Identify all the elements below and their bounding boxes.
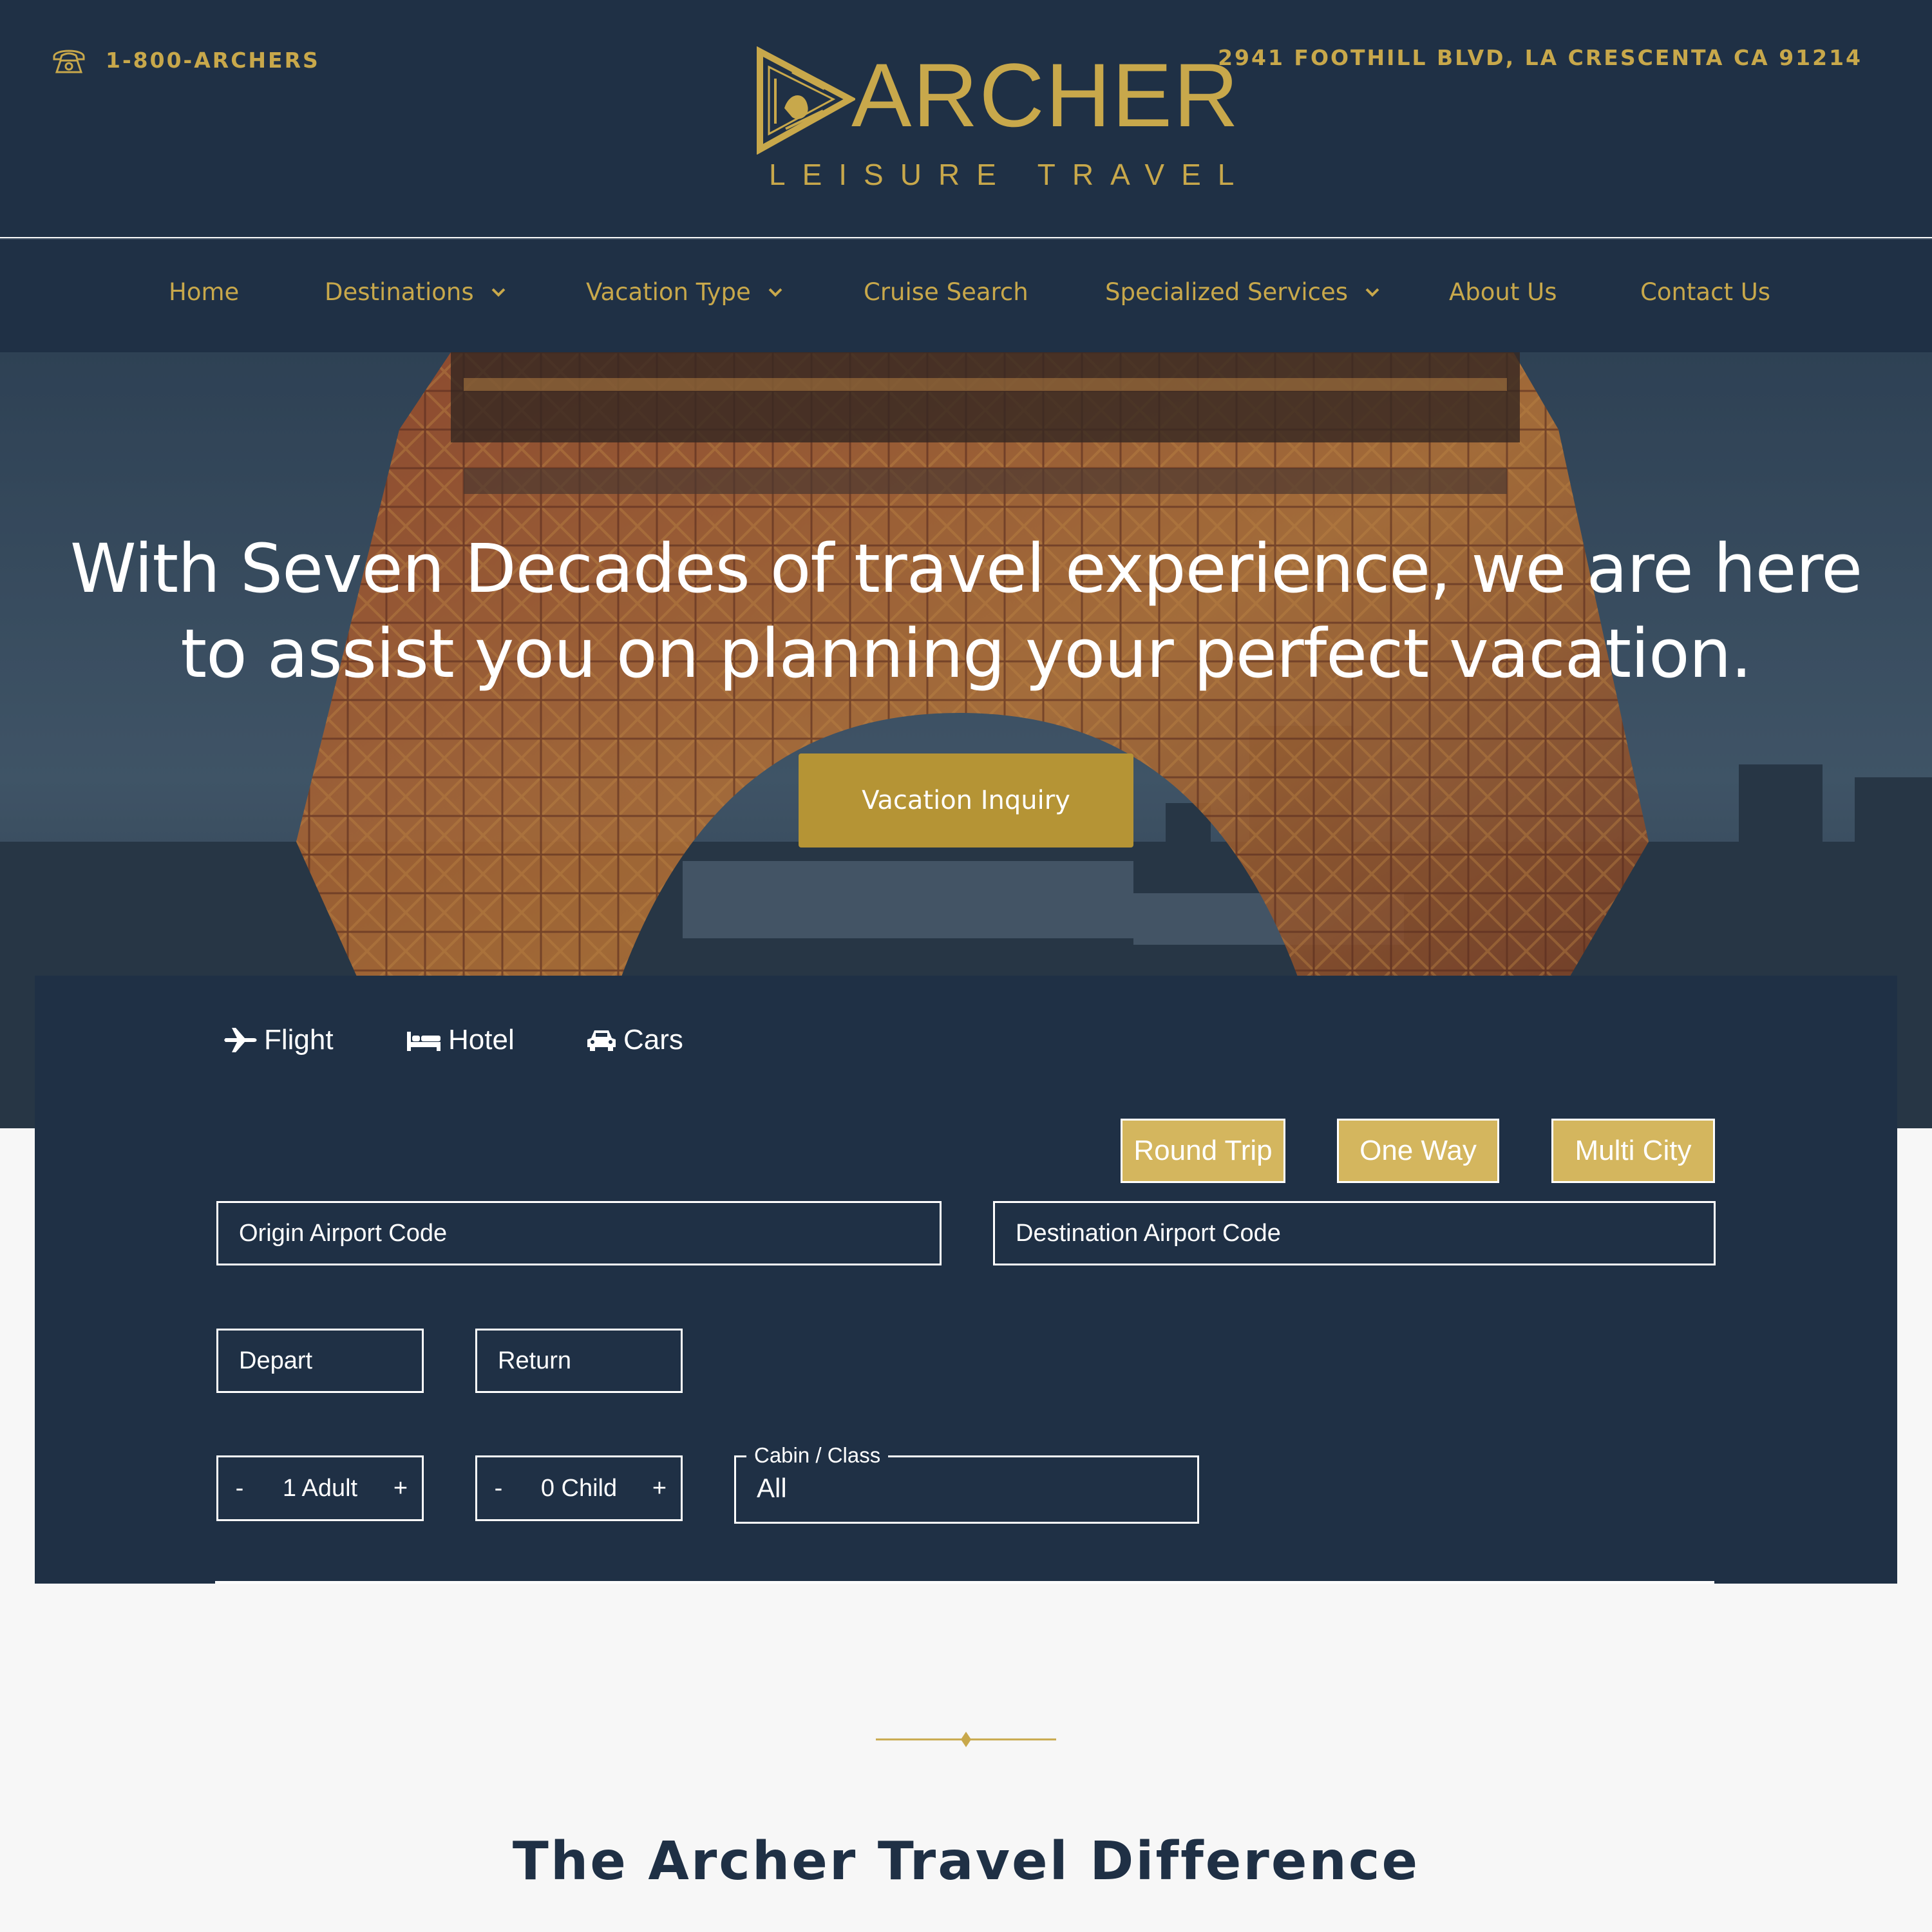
one-way-button[interactable]: One Way [1337, 1119, 1499, 1183]
nav-item-label: About Us [1449, 278, 1557, 306]
destination-airport-input[interactable] [993, 1201, 1716, 1265]
child-count-stepper: - 0 Child + [475, 1455, 683, 1521]
top-header: 1-800-ARCHERS ARCHER LEISURE TRAVEL 2941… [0, 0, 1932, 237]
widget-bottom-divider [215, 1581, 1714, 1584]
nav-item-cruise-search[interactable]: Cruise Search [864, 278, 1028, 306]
bed-icon [407, 1032, 440, 1051]
depart-date-input[interactable] [216, 1329, 424, 1393]
logo-tagline: LEISURE TRAVEL [769, 158, 1251, 191]
phone-icon [53, 50, 85, 73]
nav-item-about-us[interactable]: About Us [1449, 278, 1557, 306]
nav-item-vacation-type[interactable]: Vacation Type [586, 278, 783, 306]
adult-decrement-button[interactable]: - [230, 1475, 249, 1502]
car-icon [587, 1030, 616, 1051]
cabin-class-legend: Cabin / Class [746, 1443, 889, 1468]
chevron-down-icon [491, 288, 506, 297]
tab-flight[interactable]: Flight [224, 1024, 334, 1056]
round-trip-button[interactable]: Round Trip [1121, 1119, 1285, 1183]
nav-item-label: Contact Us [1640, 278, 1771, 306]
chevron-down-icon [1365, 288, 1379, 297]
nav-item-label: Specialized Services [1105, 278, 1349, 306]
archer-emblem-icon [757, 46, 855, 155]
multi-city-button[interactable]: Multi City [1551, 1119, 1715, 1183]
child-decrement-button[interactable]: - [489, 1475, 508, 1502]
adult-count-label: 1 Adult [282, 1474, 358, 1502]
cabin-class-value[interactable]: All [757, 1473, 787, 1504]
vacation-inquiry-button[interactable]: Vacation Inquiry [799, 753, 1133, 848]
adult-count-stepper: - 1 Adult + [216, 1455, 424, 1521]
tab-hotel[interactable]: Hotel [406, 1024, 515, 1056]
diamond-divider-icon [876, 1732, 1056, 1747]
tab-cars[interactable]: Cars [586, 1024, 683, 1056]
tab-hotel-label: Hotel [448, 1024, 515, 1056]
chevron-down-icon [768, 288, 782, 297]
street-address: 2941 FOOTHILL BLVD, LA CRESCENTA CA 9121… [1218, 45, 1862, 70]
nav-item-home[interactable]: Home [169, 278, 239, 306]
phone-contact[interactable]: 1-800-ARCHERS [52, 45, 320, 75]
adult-increment-button[interactable]: + [391, 1475, 410, 1502]
child-count-label: 0 Child [540, 1474, 618, 1502]
nav-item-label: Home [169, 278, 240, 306]
tab-flight-label: Flight [264, 1024, 334, 1056]
return-date-input[interactable] [475, 1329, 683, 1393]
logo-wordmark: ARCHER [851, 44, 1240, 146]
phone-number[interactable]: 1-800-ARCHERS [106, 48, 320, 73]
nav-item-label: Vacation Type [586, 278, 751, 306]
tab-cars-label: Cars [623, 1024, 683, 1056]
main-navigation: Home Destinations Vacation Type Cruise S… [0, 238, 1932, 352]
nav-item-destinations[interactable]: Destinations [325, 278, 506, 306]
hero-headline: With Seven Decades of travel experience,… [70, 529, 1862, 693]
child-increment-button[interactable]: + [650, 1475, 669, 1502]
cabin-class-select[interactable]: Cabin / Class All [734, 1443, 1199, 1524]
origin-airport-input[interactable] [216, 1201, 942, 1265]
archer-logo[interactable]: ARCHER LEISURE TRAVEL [747, 44, 1238, 198]
nav-item-label: Cruise Search [864, 278, 1028, 306]
nav-item-specialized-services[interactable]: Specialized Services [1105, 278, 1380, 306]
section-title: The Archer Travel Difference [512, 1831, 1420, 1893]
flight-search-widget: Flight Hotel Cars Round Trip One Way Mul… [35, 976, 1897, 1584]
plane-icon [224, 1028, 257, 1052]
nav-item-contact-us[interactable]: Contact Us [1640, 278, 1770, 306]
nav-item-label: Destinations [325, 278, 474, 306]
